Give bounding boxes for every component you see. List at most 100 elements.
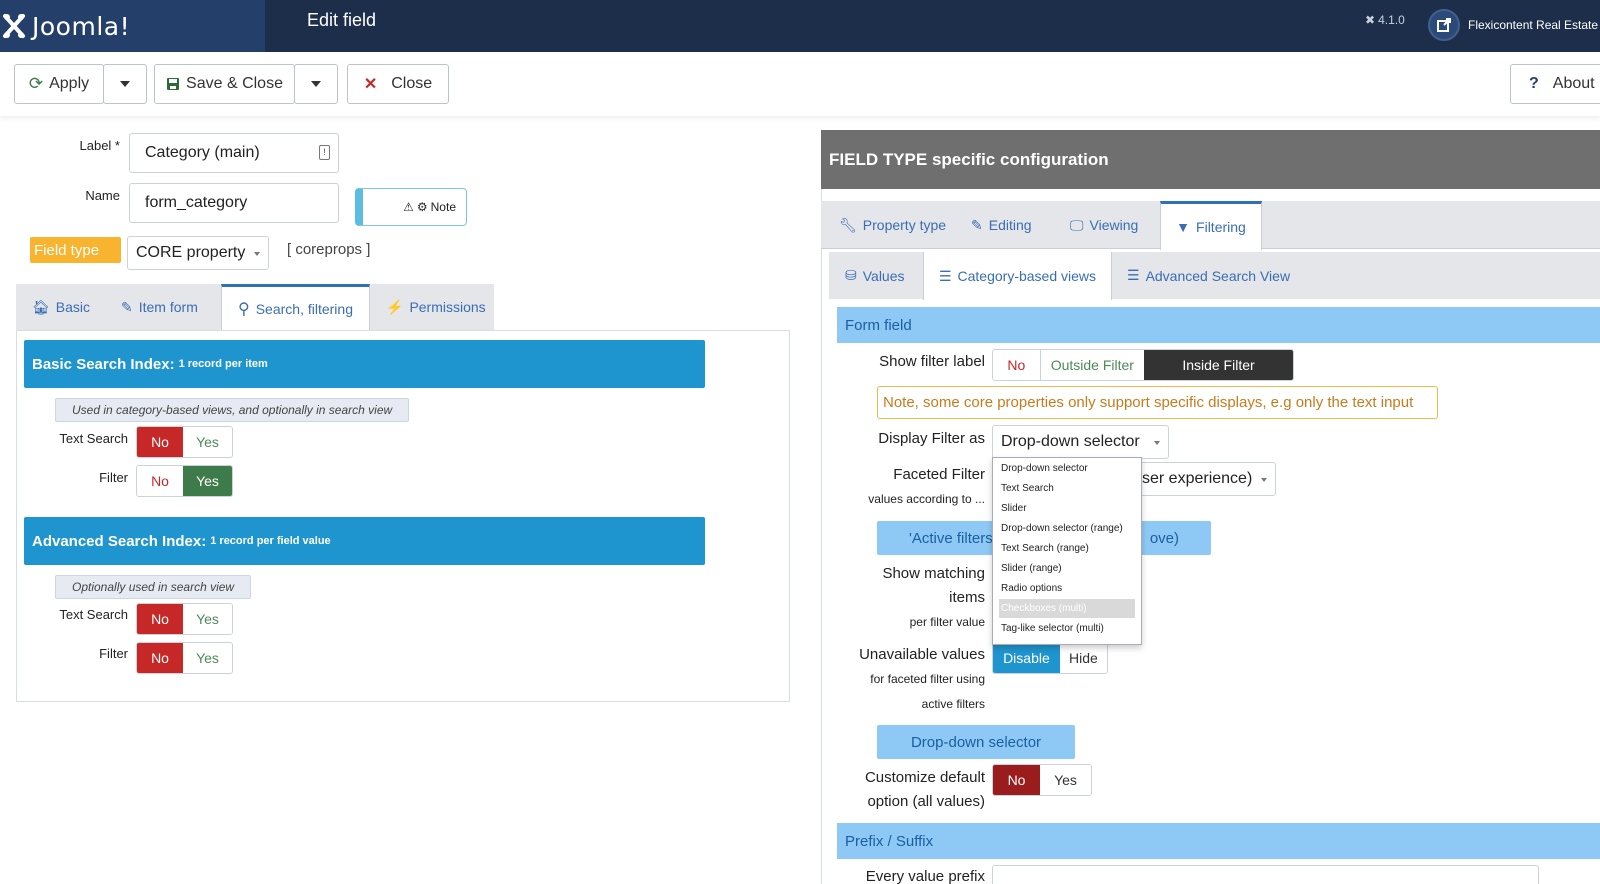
basic-index-header: Basic Search Index: 1 record per item	[24, 340, 705, 388]
toolbar: ⟳ Apply Save & Close ✕ Close ? About	[0, 52, 1600, 116]
faceted-filter-label: Faceted Filter	[893, 466, 985, 483]
tab-permissions[interactable]: ⚡ Permissions	[386, 284, 486, 330]
tab-filtering[interactable]: ▼ Filtering	[1160, 201, 1262, 250]
every-value-prefix-label: Every value prefix	[865, 868, 985, 884]
option-no[interactable]: No	[993, 350, 1041, 380]
external-link-icon	[1428, 9, 1460, 41]
no-option[interactable]: No	[137, 427, 184, 457]
every-value-prefix-input[interactable]	[992, 865, 1539, 884]
dropdown-option[interactable]: Radio options	[999, 579, 1135, 598]
subtab-values[interactable]: ⛁ Values	[845, 252, 905, 299]
unavailable-values-sublabel: for faceted filter using	[870, 672, 985, 686]
save-icon	[167, 78, 180, 90]
yes-option[interactable]: Yes	[183, 427, 232, 457]
unavailable-values-sublabel-2: active filters	[921, 697, 985, 711]
advanced-filter-label: Filter	[99, 646, 128, 661]
filtering-subtabs: ⛁ Values ☰ Category-based views ☰ Advanced …	[829, 252, 1600, 300]
advanced-text-search-toggle[interactable]: No Yes	[136, 603, 233, 635]
customize-default-toggle[interactable]: No Yes	[992, 764, 1092, 796]
chevron-down-icon	[1261, 478, 1267, 482]
top-bar: Joomla! Edit field ✖ 4.1.0 Flexicontent …	[0, 0, 1600, 52]
faceted-filter-sublabel: values according to ...	[868, 492, 985, 506]
option-no[interactable]: No	[993, 765, 1041, 795]
tab-editing[interactable]: ✎ Editing	[971, 201, 1032, 249]
site-link[interactable]: Flexicontent Real Estate d	[1428, 4, 1600, 46]
subtab-advanced-search[interactable]: ☰ Advanced Search View	[1127, 252, 1290, 299]
yes-option[interactable]: Yes	[183, 466, 232, 496]
advanced-index-header: Advanced Search Index: 1 record per field…	[24, 517, 705, 565]
no-option[interactable]: No	[137, 604, 184, 634]
basic-text-search-toggle[interactable]: No Yes	[136, 426, 233, 458]
advanced-text-search-label: Text Search	[59, 607, 128, 622]
display-filter-dropdown-list: Drop-down selector Text Search Slider Dr…	[992, 457, 1142, 645]
close-icon: ✕	[363, 76, 378, 93]
subtab-category-views[interactable]: ☰ Category-based views	[923, 252, 1112, 300]
question-icon: ?	[1529, 75, 1539, 92]
label-field-label: Label *	[79, 138, 120, 153]
about-button[interactable]: ? About	[1510, 64, 1600, 104]
unavailable-values-label: Unavailable values	[859, 646, 985, 663]
unavailable-values-toggle[interactable]: Disable Hide	[992, 642, 1108, 674]
no-option[interactable]: No	[137, 466, 184, 496]
left-tabs: 🏠︎ Basic ✎ Item form ⚲ Search, filtering ⚡ P…	[16, 284, 494, 331]
no-option[interactable]: No	[137, 643, 184, 673]
basic-index-hint: Used in category-based views, and option…	[55, 398, 410, 422]
dropdown-option[interactable]: Text Search (range)	[999, 539, 1135, 558]
translate-icon[interactable]: !	[319, 145, 330, 160]
save-close-button[interactable]: Save & Close	[154, 64, 295, 104]
apply-dropdown-button[interactable]	[103, 64, 147, 104]
tab-search-filtering[interactable]: ⚲ Search, filtering	[221, 284, 370, 331]
dropdown-option[interactable]: Drop-down selector	[999, 459, 1135, 478]
dropdown-selector-button[interactable]: Drop-down selector	[877, 725, 1075, 759]
yes-option[interactable]: Yes	[183, 604, 232, 634]
dropdown-option[interactable]: Slider	[999, 499, 1135, 518]
advanced-filter-toggle[interactable]: No Yes	[136, 642, 233, 674]
site-name: Flexicontent Real Estate d	[1468, 18, 1600, 32]
dropdown-option[interactable]: Drop-down selector (range)	[999, 519, 1135, 538]
basic-filter-toggle[interactable]: No Yes	[136, 465, 233, 497]
tab-item-form[interactable]: ✎ Item form	[121, 284, 198, 330]
field-type-select[interactable]: CORE property	[127, 236, 269, 270]
warning-icon: ⚠	[403, 200, 414, 214]
joomla-mini-icon: ✖	[1365, 13, 1376, 27]
config-tabs: 🔧︎ Property type ✎ Editing 🖵︎ Viewing ▼ Filt…	[821, 201, 1600, 250]
apply-button[interactable]: ⟳ Apply	[14, 64, 104, 104]
dropdown-option[interactable]: Text Search	[999, 479, 1135, 498]
option-inside-filter[interactable]: Inside Filter	[1144, 350, 1293, 380]
show-matching-sublabel: per filter value	[909, 615, 985, 629]
refresh-icon: ⟳	[28, 74, 44, 93]
dropdown-option[interactable]: Slider (range)	[999, 559, 1135, 578]
brand-name: Joomla!	[32, 11, 131, 41]
save-dropdown-button[interactable]	[294, 64, 338, 104]
show-filter-label-toggle[interactable]: No Outside Filter Inside Filter	[992, 349, 1294, 381]
dropdown-option-highlighted[interactable]: Checkboxes (multi)	[999, 599, 1135, 618]
show-matching-label: Show matching	[882, 565, 985, 582]
field-type-config-header: FIELD TYPE specific configuration	[821, 130, 1600, 189]
field-type-badge: Field type	[30, 237, 121, 263]
tab-basic[interactable]: 🏠︎ Basic	[32, 284, 90, 330]
option-hide[interactable]: Hide	[1059, 643, 1107, 673]
tab-property-type[interactable]: 🔧︎ Property type	[839, 201, 946, 249]
brand[interactable]: Joomla!	[0, 0, 265, 52]
plug-icon: ⚡	[386, 298, 404, 315]
note-button[interactable]: ⚠ ⚙ Note	[355, 188, 467, 226]
gear-icon: ⚙	[416, 200, 428, 214]
show-matching-label-2: items	[949, 589, 985, 606]
option-outside-filter[interactable]: Outside Filter	[1040, 350, 1144, 380]
show-filter-label-label: Show filter label	[879, 353, 985, 370]
name-input[interactable]: form_category	[129, 183, 339, 223]
tab-viewing[interactable]: 🖵︎ Viewing	[1070, 201, 1138, 249]
option-disable[interactable]: Disable	[993, 643, 1060, 673]
basic-text-search-label: Text Search	[59, 431, 128, 446]
display-filter-select[interactable]: Drop-down selector	[992, 425, 1169, 459]
label-input[interactable]: Category (main) !	[129, 133, 339, 173]
display-filter-label: Display Filter as	[878, 430, 985, 447]
dropdown-option[interactable]: Tag-like selector (multi)	[999, 619, 1135, 638]
option-yes[interactable]: Yes	[1040, 765, 1091, 795]
basic-filter-label: Filter	[99, 470, 128, 485]
yes-option[interactable]: Yes	[183, 643, 232, 673]
close-button[interactable]: ✕ Close	[347, 64, 449, 104]
page-title: Edit field	[307, 10, 377, 30]
caret-down-icon	[311, 81, 321, 87]
advanced-index-hint: Optionally used in search view	[55, 575, 252, 599]
